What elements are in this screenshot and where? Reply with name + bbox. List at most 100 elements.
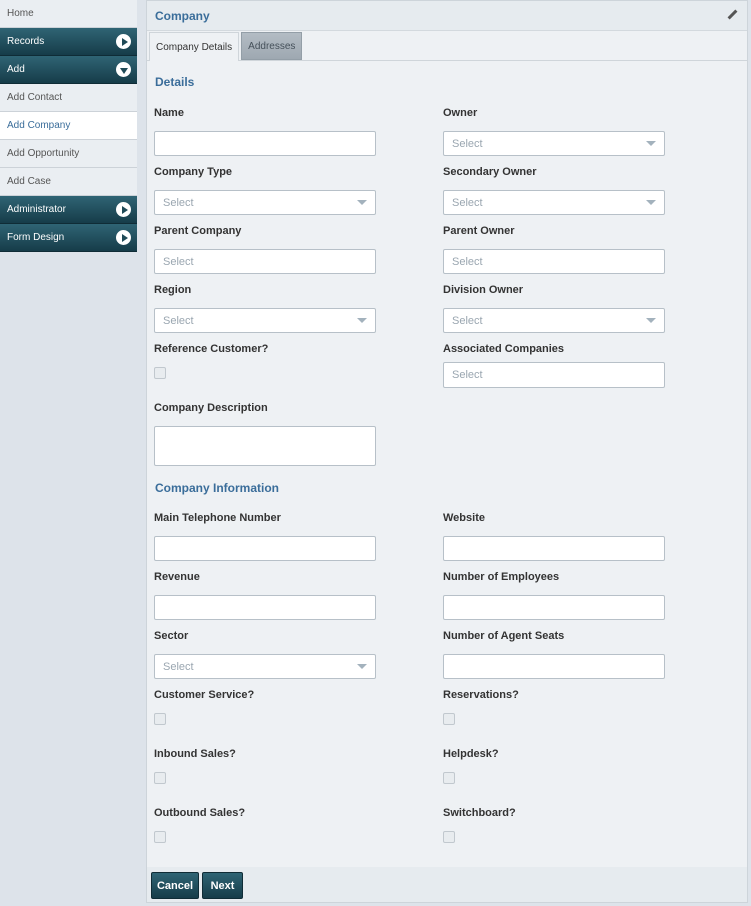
helpdesk-checkbox[interactable]	[443, 772, 455, 784]
chevron-down-icon	[357, 200, 367, 205]
secondary-owner-label: Secondary Owner	[443, 166, 537, 178]
helpdesk-label: Helpdesk?	[443, 748, 499, 760]
division-owner-field: Division Owner Select	[443, 283, 665, 333]
reference-customer-checkbox[interactable]	[154, 367, 166, 379]
switchboard-checkbox[interactable]	[443, 831, 455, 843]
sidebar-item-label: Form Design	[7, 232, 65, 243]
chevron-down-icon	[646, 200, 656, 205]
company-type-select[interactable]: Select	[154, 190, 376, 215]
parent-company-input[interactable]: Select	[154, 249, 376, 274]
parent-company-field: Parent Company Select	[154, 224, 376, 274]
website-input[interactable]	[443, 536, 665, 561]
main-phone-label: Main Telephone Number	[154, 512, 281, 524]
chevron-down-icon	[357, 664, 367, 669]
agent-seats-field: Number of Agent Seats	[443, 629, 665, 679]
next-button[interactable]: Next	[202, 872, 243, 899]
company-description-label: Company Description	[154, 402, 268, 414]
associated-companies-placeholder: Select	[452, 369, 483, 381]
tab-addresses[interactable]: Addresses	[241, 32, 303, 60]
section-title-details: Details	[155, 75, 195, 89]
reference-customer-label: Reference Customer?	[154, 343, 269, 355]
switchboard-field: Switchboard?	[443, 806, 665, 843]
owner-select[interactable]: Select	[443, 131, 665, 156]
secondary-owner-field: Secondary Owner Select	[443, 165, 665, 215]
sidebar-item-records[interactable]: Records	[0, 28, 137, 56]
sector-select[interactable]: Select	[154, 654, 376, 679]
sidebar-item-add-opportunity[interactable]: Add Opportunity	[0, 140, 137, 168]
owner-placeholder: Select	[452, 137, 483, 150]
chevron-down-icon	[357, 318, 367, 323]
num-employees-field: Number of Employees	[443, 570, 665, 620]
region-placeholder: Select	[163, 314, 194, 327]
owner-field: Owner Select	[443, 106, 665, 156]
num-employees-input[interactable]	[443, 595, 665, 620]
sidebar-item-label: Administrator	[7, 204, 66, 215]
division-owner-placeholder: Select	[452, 314, 483, 327]
num-employees-label: Number of Employees	[443, 571, 560, 583]
parent-owner-label: Parent Owner	[443, 225, 515, 237]
inbound-sales-checkbox[interactable]	[154, 772, 166, 784]
switchboard-label: Switchboard?	[443, 807, 516, 819]
arrow-right-icon[interactable]	[116, 202, 131, 217]
sector-placeholder: Select	[163, 660, 194, 673]
tab-company-details[interactable]: Company Details	[149, 32, 240, 61]
inbound-sales-label: Inbound Sales?	[154, 748, 236, 760]
agent-seats-label: Number of Agent Seats	[443, 630, 565, 642]
website-label: Website	[443, 512, 485, 524]
sidebar-item-add[interactable]: Add	[0, 56, 137, 84]
customer-service-field: Customer Service?	[154, 688, 376, 725]
sidebar-item-home[interactable]: Home	[0, 0, 137, 28]
main-phone-field: Main Telephone Number	[154, 511, 376, 561]
panel-header: Company	[147, 1, 747, 31]
name-input[interactable]	[154, 131, 376, 156]
owner-label: Owner	[443, 107, 478, 119]
parent-company-label: Parent Company	[154, 225, 242, 237]
reservations-field: Reservations?	[443, 688, 665, 725]
chevron-down-icon	[646, 318, 656, 323]
inbound-sales-field: Inbound Sales?	[154, 747, 376, 784]
arrow-right-icon[interactable]	[116, 230, 131, 245]
outbound-sales-label: Outbound Sales?	[154, 807, 246, 819]
customer-service-checkbox[interactable]	[154, 713, 166, 725]
revenue-label: Revenue	[154, 571, 200, 583]
sidebar-item-add-company[interactable]: Add Company	[0, 112, 137, 140]
region-select[interactable]: Select	[154, 308, 376, 333]
sidebar-item-add-case[interactable]: Add Case	[0, 168, 137, 196]
sidebar-item-label: Add Company	[7, 120, 71, 131]
parent-company-placeholder: Select	[163, 255, 194, 268]
sidebar-item-form-design[interactable]: Form Design	[0, 224, 137, 252]
sidebar-item-label: Home	[7, 8, 34, 19]
parent-owner-input[interactable]: Select	[443, 249, 665, 274]
company-description-textarea[interactable]	[154, 426, 376, 466]
parent-owner-placeholder: Select	[452, 255, 483, 268]
parent-owner-field: Parent Owner Select	[443, 224, 665, 274]
form-footer: Cancel Next	[147, 867, 747, 902]
sidebar-item-add-contact[interactable]: Add Contact	[0, 84, 137, 112]
reference-customer-field: Reference Customer?	[154, 342, 376, 379]
name-label: Name	[154, 107, 184, 119]
pencil-icon[interactable]	[725, 9, 739, 23]
associated-companies-field: Associated Companies Select	[443, 342, 665, 388]
name-field: Name	[154, 106, 376, 156]
region-field: Region Select	[154, 283, 376, 333]
revenue-input[interactable]	[154, 595, 376, 620]
page-title: Company	[155, 8, 210, 23]
company-description-field: Company Description	[154, 401, 376, 466]
chevron-down-icon[interactable]	[116, 62, 131, 77]
associated-companies-input[interactable]: Select	[443, 362, 665, 388]
agent-seats-input[interactable]	[443, 654, 665, 679]
main-phone-input[interactable]	[154, 536, 376, 561]
secondary-owner-select[interactable]: Select	[443, 190, 665, 215]
arrow-right-icon[interactable]	[116, 34, 131, 49]
website-field: Website	[443, 511, 665, 561]
helpdesk-field: Helpdesk?	[443, 747, 665, 784]
tab-bar: Company Details Addresses	[147, 31, 747, 61]
reservations-checkbox[interactable]	[443, 713, 455, 725]
outbound-sales-checkbox[interactable]	[154, 831, 166, 843]
sidebar-item-label: Add Case	[7, 176, 51, 187]
cancel-button[interactable]: Cancel	[151, 872, 199, 899]
sector-label: Sector	[154, 630, 189, 642]
division-owner-select[interactable]: Select	[443, 308, 665, 333]
sidebar-item-label: Add Opportunity	[7, 148, 80, 159]
sidebar-item-administrator[interactable]: Administrator	[0, 196, 137, 224]
